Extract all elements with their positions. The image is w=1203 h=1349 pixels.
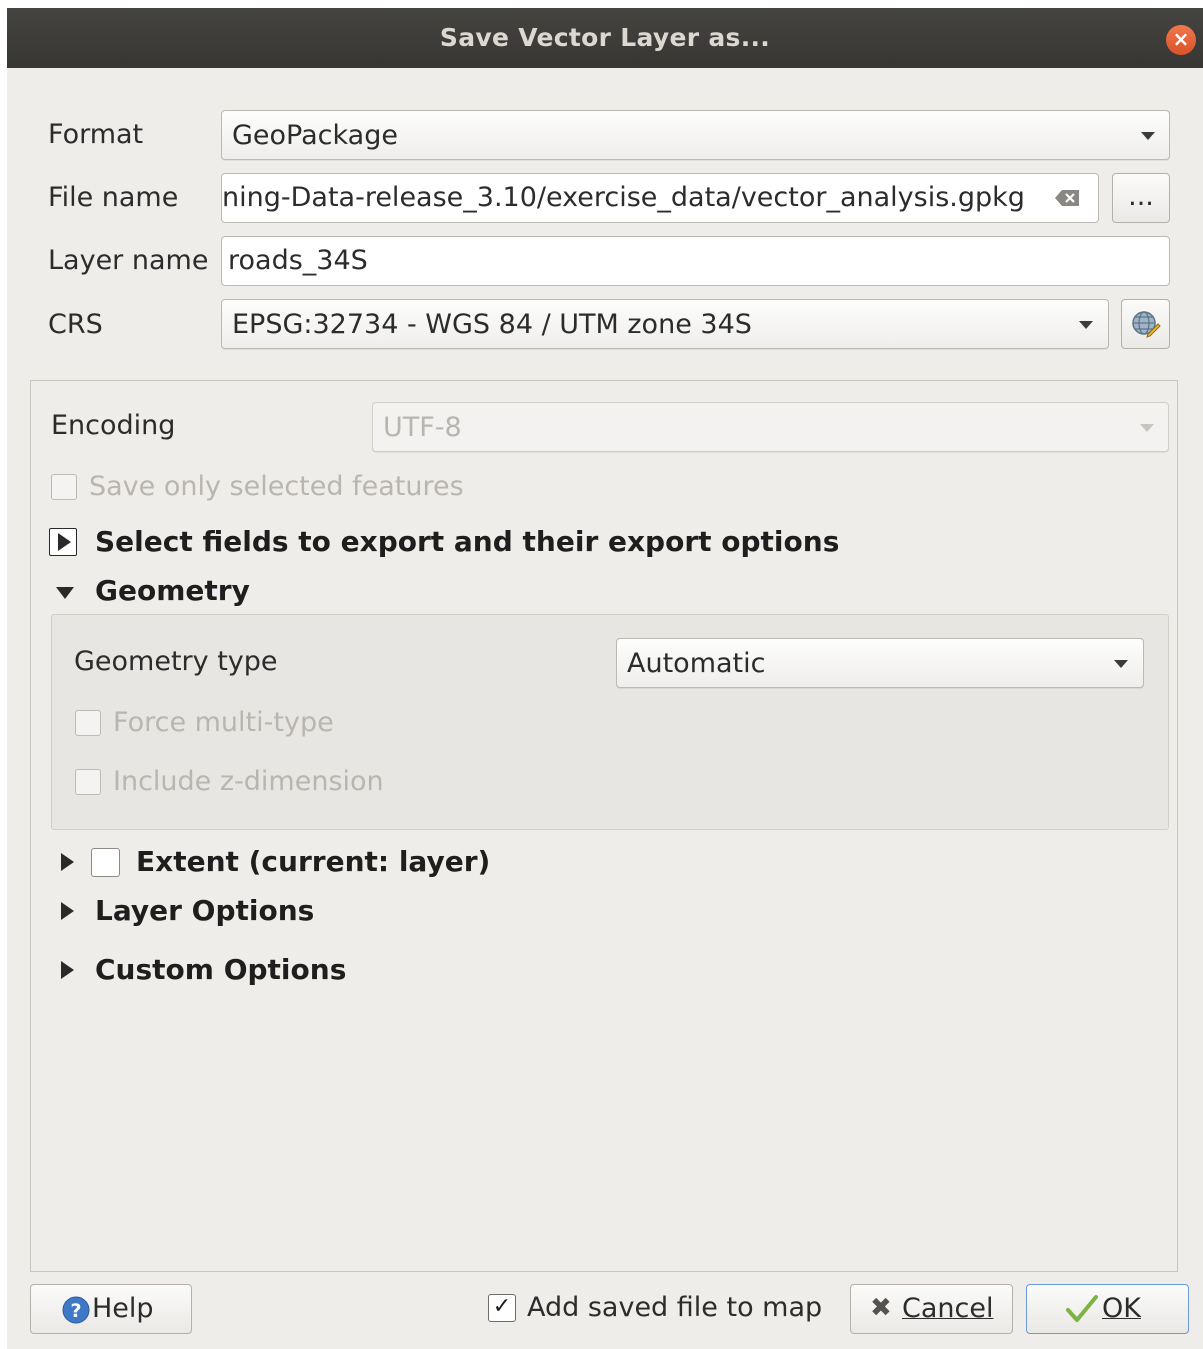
add-to-map-checkbox[interactable]: ✓ (488, 1294, 516, 1322)
filename-label: File name (48, 182, 179, 213)
globe-icon (1132, 311, 1161, 338)
chevron-down-icon (1079, 321, 1093, 329)
encoding-combo[interactable]: UTF-8 (372, 402, 1169, 452)
crs-selector-button[interactable] (1121, 299, 1170, 349)
dialog-title: Save Vector Layer as... (439, 23, 771, 52)
crs-combo[interactable]: EPSG:32734 - WGS 84 / UTM zone 34S (221, 299, 1109, 349)
help-button[interactable]: ? Help (30, 1284, 192, 1334)
chevron-down-icon (1140, 424, 1154, 432)
layername-label: Layer name (48, 245, 209, 276)
layername-value: roads_34S (228, 245, 368, 276)
cancel-label: Cancel (902, 1293, 994, 1324)
title-bar: Save Vector Layer as... × (7, 8, 1203, 68)
checkmark-icon (1066, 1295, 1098, 1322)
save-vector-layer-dialog: Save Vector Layer as... × Format GeoPack… (7, 8, 1203, 1349)
geometry-header[interactable]: Geometry (95, 574, 250, 607)
layer-options-header[interactable]: Layer Options (95, 894, 314, 927)
encoding-label: Encoding (51, 410, 176, 441)
chevron-down-icon[interactable] (56, 587, 74, 599)
filename-input[interactable]: ning-Data-release_3.10/exercise_data/vec… (221, 173, 1099, 223)
clear-text-icon[interactable] (1053, 186, 1087, 212)
save-selected-checkbox[interactable] (51, 474, 77, 500)
geometry-type-value: Automatic (627, 648, 766, 679)
svg-text:?: ? (70, 1300, 81, 1322)
format-combo[interactable]: GeoPackage (221, 110, 1170, 160)
crs-value: EPSG:32734 - WGS 84 / UTM zone 34S (232, 309, 752, 340)
include-z-checkbox[interactable] (75, 769, 101, 795)
extent-header[interactable]: Extent (current: layer) (136, 845, 490, 878)
chevron-right-icon[interactable] (61, 961, 74, 979)
chevron-right-icon[interactable] (61, 902, 74, 920)
encoding-value: UTF-8 (383, 412, 462, 443)
chevron-right-icon[interactable] (61, 853, 74, 871)
add-to-map-label: Add saved file to map (527, 1292, 823, 1323)
chevron-right-icon (58, 533, 71, 551)
crs-label: CRS (48, 309, 103, 340)
custom-options-header[interactable]: Custom Options (95, 953, 346, 986)
layername-input[interactable]: roads_34S (221, 236, 1170, 286)
ok-label: OK (1102, 1293, 1141, 1324)
force-multi-label: Force multi-type (113, 707, 334, 738)
include-z-label: Include z-dimension (113, 766, 384, 797)
browse-button[interactable]: ... (1112, 173, 1170, 223)
geometry-type-label: Geometry type (74, 646, 278, 677)
ok-button[interactable]: OK (1026, 1284, 1189, 1334)
extent-checkbox[interactable] (91, 848, 120, 877)
format-label: Format (48, 119, 144, 150)
geometry-type-combo[interactable]: Automatic (616, 638, 1144, 688)
force-multi-checkbox[interactable] (75, 710, 101, 736)
filename-value: ning-Data-release_3.10/exercise_data/vec… (222, 182, 1025, 213)
close-icon[interactable]: × (1166, 25, 1196, 55)
help-icon: ? (62, 1296, 90, 1324)
save-selected-label: Save only selected features (89, 471, 464, 502)
select-fields-toggle[interactable] (49, 528, 77, 556)
cross-icon: ✖ (870, 1293, 892, 1323)
help-label: Help (92, 1293, 154, 1324)
chevron-down-icon (1141, 132, 1155, 140)
chevron-down-icon (1114, 660, 1128, 668)
cancel-button[interactable]: ✖ Cancel (850, 1284, 1013, 1334)
format-value: GeoPackage (232, 120, 398, 151)
select-fields-header[interactable]: Select fields to export and their export… (95, 525, 839, 558)
